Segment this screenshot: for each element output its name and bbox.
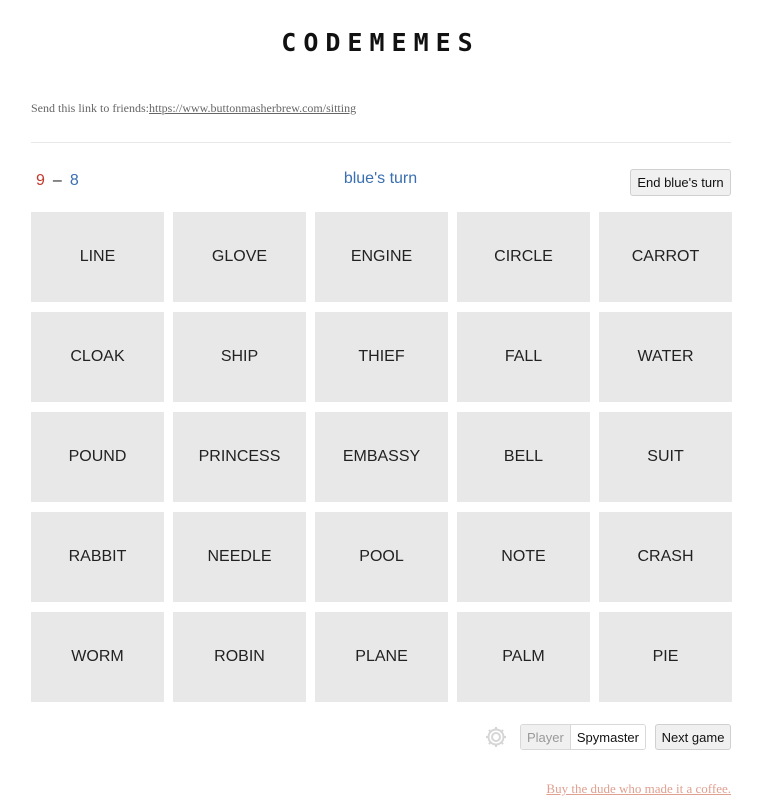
- divider: [31, 142, 731, 143]
- gear-icon[interactable]: [484, 725, 508, 749]
- word-card[interactable]: NEEDLE: [173, 512, 306, 602]
- word-card[interactable]: BELL: [457, 412, 590, 502]
- coffee-link[interactable]: Buy the dude who made it a coffee.: [546, 781, 731, 797]
- share-link-row: Send this link to friends:https://www.bu…: [31, 101, 356, 116]
- word-card[interactable]: LINE: [31, 212, 164, 302]
- word-card[interactable]: THIEF: [315, 312, 448, 402]
- app-title: CODEMEMES: [281, 28, 480, 57]
- word-card[interactable]: ROBIN: [173, 612, 306, 702]
- word-card[interactable]: SUIT: [599, 412, 732, 502]
- word-card[interactable]: EMBASSY: [315, 412, 448, 502]
- word-card[interactable]: CRASH: [599, 512, 732, 602]
- word-card[interactable]: CLOAK: [31, 312, 164, 402]
- player-mode-button[interactable]: Player: [521, 725, 571, 749]
- word-card[interactable]: CARROT: [599, 212, 732, 302]
- word-card[interactable]: GLOVE: [173, 212, 306, 302]
- word-card[interactable]: WORM: [31, 612, 164, 702]
- word-card[interactable]: SHIP: [173, 312, 306, 402]
- word-card[interactable]: WATER: [599, 312, 732, 402]
- word-card[interactable]: POUND: [31, 412, 164, 502]
- word-card[interactable]: POOL: [315, 512, 448, 602]
- spymaster-mode-button[interactable]: Spymaster: [570, 725, 645, 749]
- word-card[interactable]: NOTE: [457, 512, 590, 602]
- end-turn-button[interactable]: End blue's turn: [630, 169, 731, 196]
- word-card[interactable]: RABBIT: [31, 512, 164, 602]
- share-label: Send this link to friends:: [31, 101, 149, 115]
- word-card[interactable]: PRINCESS: [173, 412, 306, 502]
- word-card[interactable]: CIRCLE: [457, 212, 590, 302]
- word-card[interactable]: PIE: [599, 612, 732, 702]
- next-game-button[interactable]: Next game: [655, 724, 731, 750]
- word-card[interactable]: PALM: [457, 612, 590, 702]
- mode-toggle: Player Spymaster: [520, 724, 646, 750]
- word-card[interactable]: FALL: [457, 312, 590, 402]
- share-link[interactable]: https://www.buttonmasherbrew.com/sitting: [149, 101, 356, 115]
- word-board: LINE GLOVE ENGINE CIRCLE CARROT CLOAK SH…: [31, 212, 732, 702]
- word-card[interactable]: ENGINE: [315, 212, 448, 302]
- word-card[interactable]: PLANE: [315, 612, 448, 702]
